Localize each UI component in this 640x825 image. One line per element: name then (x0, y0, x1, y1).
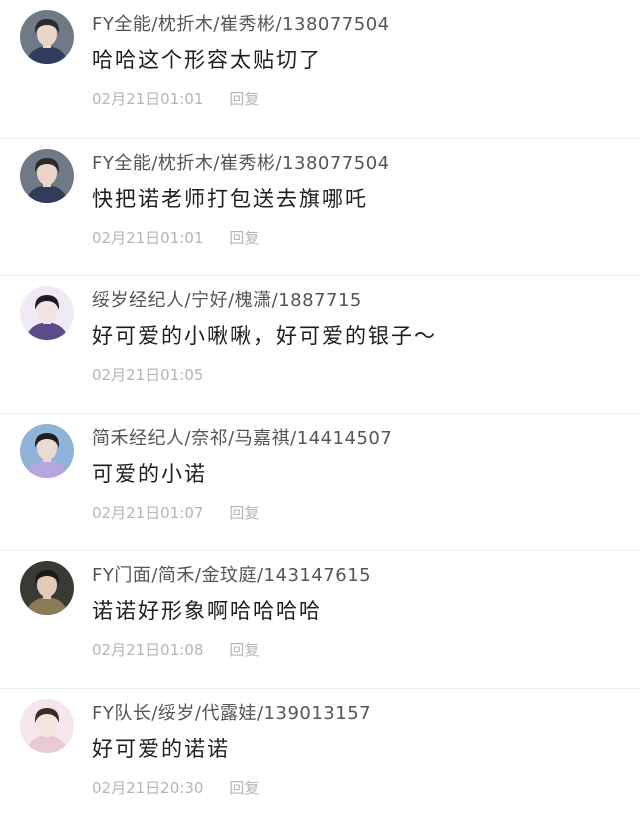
comment-meta: 02月21日01:01 回复 (92, 227, 259, 248)
comment-meta: 02月21日20:30 回复 (92, 777, 259, 798)
reply-button[interactable]: 回复 (229, 90, 259, 108)
avatar-anime-purple[interactable] (20, 286, 74, 340)
comment-time: 02月21日01:08 (92, 641, 203, 659)
comment-item: FY全能/枕折木/崔秀彬/138077504 快把诺老师打包送去旗哪吒 02月2… (0, 138, 640, 276)
comment-meta: 02月21日01:07 回复 (92, 502, 259, 523)
comment-time: 02月21日01:01 (92, 90, 203, 108)
comment-text: 可爱的小诺 (92, 458, 207, 488)
comment-author[interactable]: 绥岁经纪人/宁好/槐潇/1887715 (92, 286, 362, 312)
comment-author[interactable]: FY门面/简禾/金玟庭/143147615 (92, 561, 371, 587)
reply-button[interactable]: 回复 (229, 641, 259, 659)
comment-item: FY门面/简禾/金玟庭/143147615 诺诺好形象啊哈哈哈哈 02月21日0… (0, 550, 640, 688)
avatar-girl-pink-image (20, 699, 74, 753)
comment-meta: 02月21日01:01 回复 (92, 88, 259, 109)
comment-item: 简禾经纪人/奈祁/马嘉祺/14414507 可爱的小诺 02月21日01:07 回… (0, 413, 640, 551)
comment-time: 02月21日20:30 (92, 779, 203, 797)
comment-time: 02月21日01:01 (92, 229, 203, 247)
avatar-girl-hat-image (20, 561, 74, 615)
avatar-girl-hat[interactable] (20, 561, 74, 615)
comment-author[interactable]: FY全能/枕折木/崔秀彬/138077504 (92, 10, 390, 36)
comment-meta: 02月21日01:05 (92, 364, 229, 385)
comment-author[interactable]: FY队长/绥岁/代露娃/139013157 (92, 699, 371, 725)
comment-text: 哈哈这个形容太贴切了 (92, 44, 322, 74)
comment-time: 02月21日01:07 (92, 504, 203, 522)
avatar-boy-glasses-image (20, 149, 74, 203)
comment-text: 好可爱的小啾啾，好可爱的银子～ (92, 320, 437, 350)
avatar-boy-glasses[interactable] (20, 10, 74, 64)
reply-button[interactable]: 回复 (229, 229, 259, 247)
comment-meta: 02月21日01:08 回复 (92, 639, 259, 660)
comment-text: 快把诺老师打包送去旗哪吒 (92, 183, 368, 213)
comment-author[interactable]: FY全能/枕折木/崔秀彬/138077504 (92, 149, 390, 175)
comment-item: 绥岁经纪人/宁好/槐潇/1887715 好可爱的小啾啾，好可爱的银子～ 02月2… (0, 275, 640, 413)
reply-button[interactable]: 回复 (229, 779, 259, 797)
comment-time: 02月21日01:05 (92, 366, 203, 384)
comment-item: FY队长/绥岁/代露娃/139013157 好可爱的诺诺 02月21日20:30… (0, 688, 640, 825)
comment-item: FY全能/枕折木/崔秀彬/138077504 哈哈这个形容太贴切了 02月21日… (0, 0, 640, 138)
avatar-girl-pink[interactable] (20, 699, 74, 753)
comment-list: FY全能/枕折木/崔秀彬/138077504 哈哈这个形容太贴切了 02月21日… (0, 0, 640, 809)
reply-button[interactable]: 回复 (229, 504, 259, 522)
comment-text: 诺诺好形象啊哈哈哈哈 (92, 595, 322, 625)
avatar-boy-lavender[interactable] (20, 424, 74, 478)
comment-text: 好可爱的诺诺 (92, 733, 230, 763)
avatar-boy-lavender-image (20, 424, 74, 478)
avatar-anime-purple-image (20, 286, 74, 340)
avatar-boy-glasses[interactable] (20, 149, 74, 203)
avatar-boy-glasses-image (20, 10, 74, 64)
comment-author[interactable]: 简禾经纪人/奈祁/马嘉祺/14414507 (92, 424, 392, 450)
